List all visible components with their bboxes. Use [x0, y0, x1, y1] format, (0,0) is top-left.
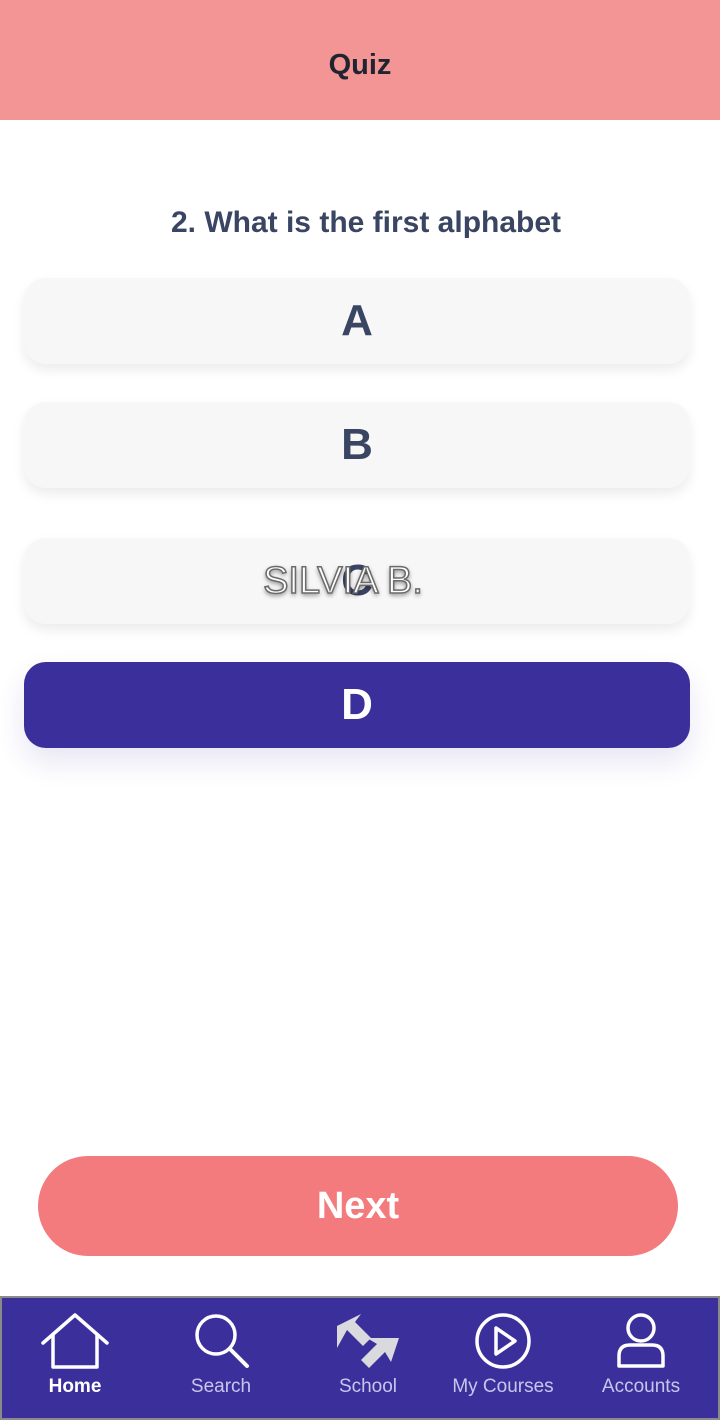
tab-label: Accounts	[601, 1376, 681, 1397]
option-a[interactable]: A	[24, 278, 690, 364]
option-c[interactable]: C SILVIA B.	[24, 538, 690, 624]
search-icon	[195, 1314, 249, 1368]
user-icon	[617, 1313, 665, 1368]
option-label: C	[341, 556, 373, 605]
option-label: A	[341, 296, 373, 345]
bottom-tab-bar: Home Search School My Courses Accounts	[0, 1296, 720, 1420]
option-label: D	[341, 680, 373, 729]
tab-label: School	[338, 1376, 398, 1397]
school-icon	[337, 1314, 399, 1368]
option-b[interactable]: B	[24, 402, 690, 488]
play-circle-icon	[475, 1313, 531, 1369]
tab-label: My Courses	[452, 1376, 554, 1397]
tab-search[interactable]: Search	[171, 1298, 271, 1418]
option-d[interactable]: D	[24, 662, 690, 748]
tab-label: Search	[190, 1376, 252, 1397]
app-header: Quiz	[0, 0, 720, 120]
option-label: B	[341, 420, 373, 469]
tab-label: Home	[48, 1376, 102, 1397]
tab-home[interactable]: Home	[25, 1298, 125, 1418]
tab-accounts[interactable]: Accounts	[591, 1298, 691, 1418]
home-icon	[41, 1313, 109, 1369]
tab-school[interactable]: School	[318, 1298, 418, 1418]
page-title: Quiz	[328, 48, 392, 81]
question-text: 2. What is the first alphabet	[170, 206, 562, 239]
next-button[interactable]: Next	[38, 1156, 678, 1256]
tab-my-courses[interactable]: My Courses	[448, 1298, 558, 1418]
